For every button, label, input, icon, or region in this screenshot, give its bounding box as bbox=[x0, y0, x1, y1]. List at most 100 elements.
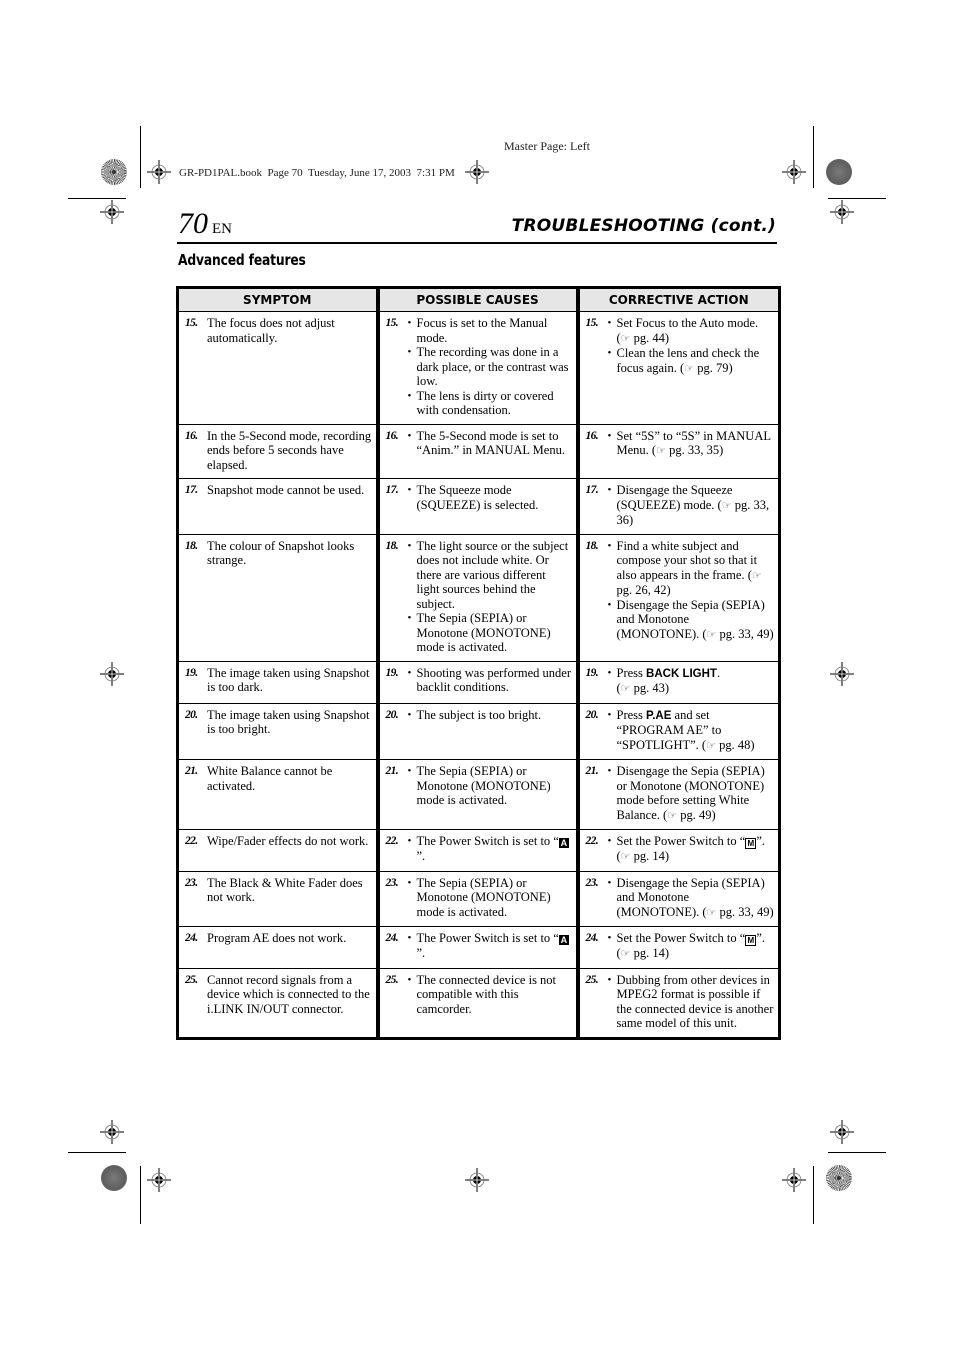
cell-body: Disengage the Sepia (SEPIA) and Monotone… bbox=[608, 876, 775, 921]
cause-item: The subject is too bright. bbox=[408, 708, 572, 723]
cell-body: Press BACK LIGHT. (☞ pg. 43) bbox=[608, 666, 775, 697]
table-row: 17. Snapshot mode cannot be used. 17. The S… bbox=[176, 478, 781, 535]
troubleshooting-table: SYMPTOM POSSIBLE CAUSES CORRECTIVE ACTIO… bbox=[176, 286, 781, 1040]
registration-mark-icon bbox=[782, 1168, 806, 1192]
item-number: 17. bbox=[185, 484, 198, 496]
action-item: Dubbing from other devices in MPEG2 form… bbox=[608, 973, 775, 1031]
table-row: 25. Cannot record signals from a device w… bbox=[176, 968, 781, 1040]
item-number: 17. bbox=[585, 484, 599, 496]
column-header-symptom: SYMPTOM bbox=[176, 286, 378, 312]
item-number: 23. bbox=[585, 876, 599, 889]
manual-mode-icon: M bbox=[745, 838, 757, 849]
item-number: 18. bbox=[585, 539, 599, 552]
table-cell: 22. Set the Power Switch to “M”. (☞ pg. 14… bbox=[575, 829, 781, 872]
button-name: BACK LIGHT bbox=[646, 667, 717, 680]
registration-mark-icon bbox=[100, 1120, 124, 1144]
symptom-text: Cannot record signals from a device whic… bbox=[207, 972, 370, 1016]
actions-list: Set Focus to the Auto mode. (☞ pg. 44)Cl… bbox=[608, 316, 775, 376]
cause-item: The 5-Second mode is set to “Anim.” in M… bbox=[408, 429, 572, 458]
pointing-hand-icon: ☞ bbox=[684, 362, 695, 375]
actions-list: Set the Power Switch to “M”. (☞ pg. 14) bbox=[608, 834, 775, 865]
actions-list: Dubbing from other devices in MPEG2 form… bbox=[608, 973, 775, 1031]
causes-list: The Power Switch is set to “A ”. bbox=[408, 931, 572, 960]
causes-list: Focus is set to the Manual mode.The reco… bbox=[408, 316, 572, 418]
cause-text: Focus is set to the Manual mode. bbox=[416, 316, 548, 345]
color-target-icon bbox=[826, 1165, 852, 1191]
causes-list: The Sepia (SEPIA) or Monotone (MONOTONE)… bbox=[408, 764, 572, 808]
action-item: Find a white subject and compose your sh… bbox=[608, 539, 775, 598]
cell-content: 22. The Power Switch is set to “A ”. bbox=[386, 834, 572, 863]
cell-body: Set Focus to the Auto mode. (☞ pg. 44)Cl… bbox=[608, 316, 775, 376]
pointing-hand-icon: ☞ bbox=[620, 683, 631, 695]
cell-body: Set the Power Switch to “M”. (☞ pg. 14) bbox=[608, 834, 775, 865]
symptom-text: Wipe/Fader effects do not work. bbox=[207, 834, 369, 848]
action-item: Press BACK LIGHT. (☞ pg. 43) bbox=[608, 666, 775, 697]
table-row: 16. In the 5-Second mode, recording ends … bbox=[176, 424, 781, 479]
item-number: 15. bbox=[385, 317, 399, 329]
causes-list: The light source or the subject does not… bbox=[408, 539, 572, 655]
cell-content: 16. Set “5S” to “5S” in MANUAL Menu. (☞ p… bbox=[586, 429, 775, 459]
cell-content: 21. The Sepia (SEPIA) or Monotone (MONOTO… bbox=[386, 764, 572, 808]
table-cell: 24. The Power Switch is set to “A ”. bbox=[375, 926, 578, 969]
pointing-hand-icon: ☞ bbox=[620, 851, 631, 863]
action-item: Set the Power Switch to “M”. (☞ pg. 14) bbox=[608, 931, 775, 962]
item-number: 22. bbox=[585, 835, 599, 847]
table-cell: 18. The colour of Snapshot looks strange. bbox=[176, 534, 378, 662]
registration-mark-icon bbox=[830, 662, 854, 686]
item-number: 24. bbox=[185, 932, 198, 944]
table-row: 20. The image taken using Snapshot is too… bbox=[176, 703, 781, 760]
column-header-action: CORRECTIVE ACTION bbox=[575, 286, 781, 312]
table-cell: 25. Dubbing from other devices in MPEG2 f… bbox=[575, 968, 781, 1040]
item-number: 16. bbox=[185, 429, 198, 442]
action-item: Press P.AE and set “PROGRAM AE” to “SPOT… bbox=[608, 708, 775, 754]
page-reference: (☞ pg. 33, 49) bbox=[702, 626, 774, 641]
cell-content: 20. The subject is too bright. bbox=[386, 708, 572, 723]
page-reference: (☞ pg. 79) bbox=[680, 360, 733, 375]
table-cell: 16. Set “5S” to “5S” in MANUAL Menu. (☞ p… bbox=[575, 424, 781, 479]
cause-item: The Sepia (SEPIA) or Monotone (MONOTONE)… bbox=[408, 764, 572, 808]
table-cell: 17. Disengage the Squeeze (SQUEEZE) mode.… bbox=[575, 478, 781, 535]
registration-mark-icon bbox=[147, 160, 171, 184]
button-name: P.AE bbox=[646, 709, 672, 722]
item-number: 25. bbox=[185, 973, 198, 986]
page-number: 70 EN bbox=[178, 207, 232, 246]
table-cell: 20. Press P.AE and set “PROGRAM AE” to “S… bbox=[575, 703, 781, 760]
item-number: 21. bbox=[185, 765, 198, 777]
color-target-icon bbox=[101, 159, 127, 185]
item-number: 22. bbox=[385, 835, 399, 847]
crop-mark bbox=[828, 1152, 886, 1153]
cause-item: The Squeeze mode (SQUEEZE) is selected. bbox=[408, 483, 572, 512]
actions-list: Set the Power Switch to “M”. (☞ pg. 14) bbox=[608, 931, 775, 962]
cell-body: Dubbing from other devices in MPEG2 form… bbox=[608, 973, 775, 1031]
cell-content: 18. Find a white subject and compose your… bbox=[586, 539, 775, 643]
page-reference-text: pg. 14 bbox=[633, 946, 665, 960]
registration-mark-icon bbox=[100, 200, 124, 224]
pointing-hand-icon: ☞ bbox=[656, 445, 666, 457]
symptom-text: Snapshot mode cannot be used. bbox=[207, 483, 365, 497]
cell-content: 19. Shooting was performed under backlit … bbox=[386, 666, 572, 695]
page-reference-text: pg. 14 bbox=[633, 849, 665, 863]
cell-content: 23. The Black & White Fader does not work… bbox=[185, 876, 372, 905]
page-reference: (☞ pg. 44) bbox=[616, 330, 670, 345]
cell-content: 21. Disengage the Sepia (SEPIA) or Monoto… bbox=[586, 764, 775, 823]
action-text: Disengage the Squeeze (SQUEEZE) mode. bbox=[616, 483, 733, 512]
action-item: Set the Power Switch to “M”. (☞ pg. 14) bbox=[608, 834, 775, 865]
item-number: 16. bbox=[585, 429, 599, 442]
causes-list: The Power Switch is set to “A ”. bbox=[408, 834, 572, 863]
action-text: . bbox=[716, 665, 721, 680]
item-number: 17. bbox=[385, 484, 399, 496]
actions-list: Press BACK LIGHT. (☞ pg. 43) bbox=[608, 666, 775, 697]
page-reference-text: pg. 33, 35 bbox=[669, 443, 720, 457]
symptom-text: The image taken using Snapshot is too da… bbox=[207, 665, 370, 695]
page-reference: (☞ pg. 14) bbox=[616, 849, 670, 863]
cell-content: 19. Press BACK LIGHT. (☞ pg. 43) bbox=[586, 666, 775, 697]
cell-body: The focus does not adjust automatically. bbox=[207, 316, 372, 345]
column-header-causes: POSSIBLE CAUSES bbox=[375, 286, 578, 312]
item-number: 19. bbox=[585, 666, 599, 679]
page-reference-text: pg. 79 bbox=[697, 360, 729, 375]
table-cell: 25. Cannot record signals from a device w… bbox=[176, 968, 378, 1040]
manual-mode-icon: M bbox=[745, 935, 757, 946]
crop-mark bbox=[813, 1166, 814, 1224]
cell-body: The connected device is not compatible w… bbox=[408, 973, 572, 1017]
section-title: TROUBLESHOOTING (cont.) bbox=[511, 216, 776, 236]
